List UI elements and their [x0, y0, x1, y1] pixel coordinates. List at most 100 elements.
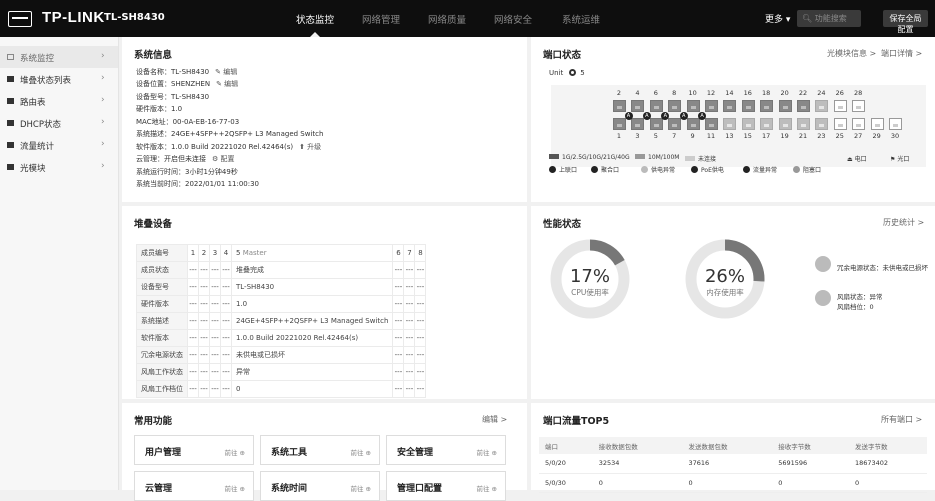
port[interactable] [649, 100, 663, 112]
legend-item: 未连接 [685, 154, 716, 163]
port[interactable] [760, 100, 774, 112]
search-input[interactable]: 🔍︎ 功能搜索 [797, 10, 861, 27]
port-number: 14 [725, 89, 734, 97]
port[interactable] [668, 118, 682, 130]
panel-title: 端口状态 [543, 50, 582, 61]
port[interactable] [686, 100, 700, 112]
port[interactable] [797, 100, 810, 112]
sidebar-item-traffic[interactable]: 流量统计 › [0, 134, 118, 156]
upgrade-link[interactable]: ⬆ 升级 [299, 143, 321, 151]
sidebar-item-optical-module[interactable]: 光模块 › [0, 156, 118, 178]
edit-functions-link[interactable]: 编辑 > [482, 414, 507, 425]
info-row: 设备型号：TL-SH8430 [136, 93, 210, 101]
port-number: 5 [653, 132, 658, 140]
legend-electric: ⏏ 电口 [847, 156, 867, 163]
edit-name-link[interactable]: ✎ 编辑 [215, 68, 237, 76]
save-config-button[interactable]: 保存全局配置 [883, 10, 928, 34]
port[interactable] [741, 100, 755, 112]
table-row: 设备型号 --- --- --- --- TL-SH8430 --- --- --- [136, 278, 427, 296]
goto-link: 前往 ⊕ [476, 449, 497, 457]
card-system-tools[interactable]: 系统工具 前往 ⊕ [260, 435, 380, 465]
legend-swatch [635, 154, 645, 159]
nav-network-management[interactable]: 网络管理 [362, 12, 400, 26]
top-bar: TP-LINK TL-SH8430 状态监控 网络管理 网络质量 网络安全 系统… [0, 0, 935, 37]
port-number: 11 [706, 132, 716, 140]
port[interactable] [613, 118, 626, 130]
port[interactable] [705, 100, 718, 112]
port-number: 15 [743, 132, 752, 140]
port[interactable] [741, 118, 755, 130]
power-error-icon [641, 166, 648, 173]
brand-logo: TP-LINK [42, 9, 105, 26]
port[interactable] [797, 118, 810, 130]
table-header-row: 成员编号 1 2 3 4 5 Master 6 7 8 [136, 244, 427, 262]
port[interactable] [889, 118, 902, 130]
card-system-time[interactable]: 系统时间 前往 ⊕ [260, 471, 380, 501]
nav-network-security[interactable]: 网络安全 [494, 12, 532, 26]
port[interactable] [852, 118, 866, 130]
card-cloud-management[interactable]: 云管理 前往 ⊕ [134, 471, 254, 501]
info-row: 系统描述：24GE+4SFP++2QSFP+ L3 Managed Switch [136, 130, 324, 138]
port[interactable] [723, 118, 737, 130]
port-details-link[interactable]: 端口详情 > [881, 48, 922, 59]
power-status-text: 冗余电源状态：未供电或已损坏 [837, 264, 928, 272]
unit-selector[interactable]: Unit 5 [549, 69, 585, 77]
table-row: 风扇工作状态 --- --- --- --- 异常 --- --- --- [136, 363, 427, 381]
fan-status-text: 风扇状态：异常 [837, 293, 883, 301]
aggregate-icon [591, 166, 598, 173]
port[interactable] [613, 100, 626, 112]
cloud-config-link[interactable]: ⚙ 配置 [212, 155, 235, 163]
history-stats-link[interactable]: 历史统计 > [883, 217, 924, 228]
port-number: 12 [706, 89, 716, 97]
port[interactable] [815, 100, 829, 112]
search-icon: 🔍︎ [802, 14, 813, 23]
port[interactable] [705, 118, 718, 130]
port[interactable] [778, 100, 792, 112]
column-header: 发送数据包数 [682, 437, 773, 454]
edit-location-link[interactable]: ✎ 编辑 [216, 80, 238, 88]
port[interactable] [778, 118, 792, 130]
info-row: 软件版本：1.0.0 Build 20221020 Rel.42464(s) ⬆ … [136, 143, 322, 151]
legend-item: 上联口 [549, 165, 577, 174]
nav-network-quality[interactable]: 网络质量 [428, 12, 466, 26]
panel-title: 性能状态 [543, 219, 582, 230]
port[interactable] [686, 118, 700, 130]
port[interactable] [870, 118, 884, 130]
port[interactable] [852, 100, 866, 112]
info-row: 云管理：开启但未连接 ⚙ 配置 [136, 155, 235, 163]
electric-port-icon: ⏏ [847, 156, 853, 163]
sidebar-item-route-table[interactable]: 路由表 › [0, 90, 118, 112]
sidebar-item-stack-list[interactable]: 堆叠状态列表 › [0, 68, 118, 90]
port[interactable] [833, 100, 847, 112]
port[interactable] [815, 118, 829, 130]
nav-system-ops[interactable]: 系统运维 [562, 12, 600, 26]
more-menu[interactable]: 更多 ▾ [765, 12, 790, 25]
memory-value: 26% [704, 266, 745, 287]
sidebar-item-system-monitor[interactable]: 系统监控 › [0, 46, 118, 68]
table-row: 系统描述 --- --- --- --- 24GE+4SFP++2QSFP+ L3 Man… [136, 312, 427, 330]
port[interactable] [631, 118, 645, 130]
port[interactable] [723, 100, 737, 112]
card-mgmt-port-config[interactable]: 管理口配置 前往 ⊕ [386, 471, 506, 501]
stack-table: 成员编号 1 2 3 4 5 Master 6 7 8 成员状态 --- --- --- --- 堆叠完成 -… [136, 244, 427, 398]
port[interactable] [833, 118, 847, 130]
port-number: 29 [872, 132, 881, 140]
all-ports-link[interactable]: 所有端口 > [881, 414, 922, 425]
optical-module-info-link[interactable]: 光模块信息 > [827, 48, 876, 59]
port[interactable] [668, 100, 682, 112]
port-number: 6 [653, 89, 658, 97]
port[interactable] [631, 100, 645, 112]
port[interactable] [649, 118, 663, 130]
port-number: 13 [725, 132, 734, 140]
chevron-right-icon: › [101, 161, 105, 171]
cpu-label: CPU使用率 [571, 288, 609, 297]
column-header: 端口 [539, 437, 593, 454]
port-number: 19 [780, 132, 789, 140]
nav-status-monitor[interactable]: 状态监控 [296, 12, 334, 37]
chevron-right-icon: › [101, 73, 105, 83]
card-user-management[interactable]: 用户管理 前往 ⊕ [134, 435, 254, 465]
card-security-management[interactable]: 安全管理 前往 ⊕ [386, 435, 506, 465]
sidebar-item-dhcp[interactable]: DHCP状态 › [0, 112, 118, 134]
port[interactable] [760, 118, 774, 130]
port-number: 30 [890, 132, 900, 140]
